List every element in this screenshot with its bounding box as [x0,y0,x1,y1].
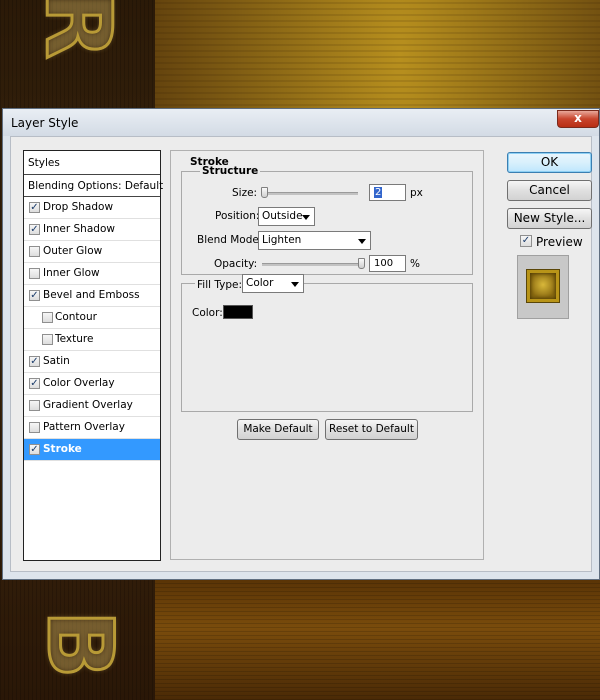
blend-mode-label: Blend Mode: [197,234,263,246]
size-unit: px [410,187,423,199]
style-item-checkbox[interactable] [29,400,40,411]
cancel-button[interactable]: Cancel [507,180,592,201]
size-label: Size: [232,187,258,199]
style-item-bevel-and-emboss[interactable]: ✓ Bevel and Emboss [24,285,160,307]
stroke-panel: Stroke Structure Size: 2 px Position: Ou… [170,150,484,560]
canvas-gold-letter-top: R [24,0,132,61]
structure-group: Structure Size: 2 px Position: Outside B… [181,165,473,275]
style-item-label: Satin [43,355,70,367]
blend-mode-value: Lighten [262,234,302,246]
blending-options-item[interactable]: Blending Options: Default [24,175,164,197]
color-swatch[interactable] [223,305,253,319]
style-item-checkbox[interactable] [42,312,53,323]
dialog-titlebar[interactable]: Layer Style x [3,109,599,136]
style-item-texture[interactable]: Texture [24,329,160,351]
position-select[interactable]: Outside [258,207,315,226]
style-item-checkbox[interactable]: ✓ [29,378,40,389]
style-item-label: Texture [55,333,94,345]
style-item-checkbox[interactable]: ✓ [29,224,40,235]
fill-type-value: Color [246,277,274,289]
styles-header[interactable]: Styles [24,151,160,175]
position-label: Position: [215,210,260,222]
canvas-gold-letter-bottom: B [26,609,134,681]
size-input[interactable]: 2 [369,184,406,201]
dialog-title: Layer Style [11,116,79,130]
style-item-checkbox[interactable] [29,422,40,433]
style-item-checkbox[interactable]: ✓ [29,356,40,367]
style-item-inner-shadow[interactable]: ✓ Inner Shadow [24,219,160,241]
blending-options-label: Blending Options: Default [28,180,164,192]
preview-label: Preview [536,235,583,249]
preview-swatch [527,270,559,302]
opacity-slider-thumb[interactable] [358,258,365,269]
style-item-label: Inner Glow [43,267,100,279]
make-default-button[interactable]: Make Default [237,419,319,440]
style-item-color-overlay[interactable]: ✓ Color Overlay [24,373,160,395]
style-item-checkbox[interactable]: ✓ [29,444,40,455]
style-item-inner-glow[interactable]: Inner Glow [24,263,160,285]
style-item-contour[interactable]: Contour [24,307,160,329]
structure-title: Structure [200,165,261,177]
style-item-stroke[interactable]: ✓ Stroke [24,439,160,461]
style-preview-thumbnail [517,255,569,319]
blend-mode-select[interactable]: Lighten [258,231,371,250]
ok-button[interactable]: OK [507,152,592,173]
fill-type-select[interactable]: Color [242,274,304,293]
style-item-outer-glow[interactable]: Outer Glow [24,241,160,263]
styles-header-label: Styles [28,157,60,169]
size-slider-track[interactable] [262,192,358,195]
opacity-unit: % [410,258,420,270]
color-label: Color: [192,307,223,319]
style-item-gradient-overlay[interactable]: Gradient Overlay [24,395,160,417]
style-item-label: Color Overlay [43,377,115,389]
layer-style-dialog: Layer Style x Styles Blending Options: D… [2,108,600,580]
style-item-label: Pattern Overlay [43,421,125,433]
style-item-checkbox[interactable] [29,246,40,257]
style-item-checkbox[interactable] [29,268,40,279]
new-style-button[interactable]: New Style... [507,208,592,229]
style-item-pattern-overlay[interactable]: Pattern Overlay [24,417,160,439]
position-value: Outside [262,210,303,222]
style-item-label: Stroke [43,443,82,455]
style-item-label: Gradient Overlay [43,399,133,411]
style-item-label: Bevel and Emboss [43,289,140,301]
size-slider-thumb[interactable] [261,187,268,198]
opacity-value: 100 [374,258,394,269]
style-item-satin[interactable]: ✓ Satin [24,351,160,373]
chevron-down-icon [291,282,299,287]
dialog-content: Styles Blending Options: Default ✓ Drop S… [10,136,592,572]
size-value: 2 [374,187,383,198]
chevron-down-icon [358,239,366,244]
styles-list: Styles Blending Options: Default ✓ Drop S… [23,150,164,561]
style-item-label: Drop Shadow [43,201,114,213]
close-button[interactable]: x [557,110,599,128]
opacity-label: Opacity: [214,258,258,270]
style-item-checkbox[interactable] [42,334,53,345]
style-item-drop-shadow[interactable]: ✓ Drop Shadow [24,197,160,219]
close-icon: x [574,111,582,125]
style-item-label: Contour [55,311,97,323]
style-item-label: Outer Glow [43,245,103,257]
chevron-down-icon [302,215,310,220]
style-item-checkbox[interactable]: ✓ [29,202,40,213]
style-item-checkbox[interactable]: ✓ [29,290,40,301]
opacity-input[interactable]: 100 [369,255,406,272]
preview-checkbox[interactable]: ✓ [520,235,532,247]
fill-type-label: Fill Type: [195,279,245,291]
reset-to-default-button[interactable]: Reset to Default [325,419,418,440]
style-item-label: Inner Shadow [43,223,115,235]
opacity-slider-track[interactable] [262,263,362,266]
fill-type-group: Fill Type: Color Color: [181,274,473,412]
canvas-texture-bottom [155,580,600,700]
